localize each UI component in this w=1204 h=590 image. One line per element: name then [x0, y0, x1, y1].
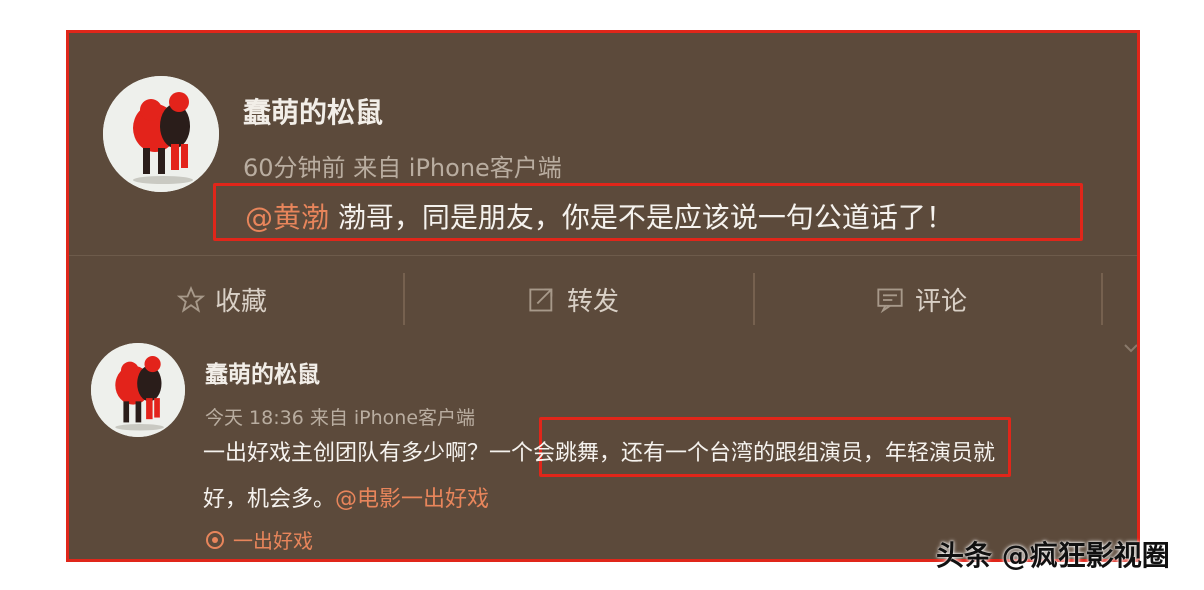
reply-mention-link[interactable]: @电影一出好戏 — [335, 487, 489, 512]
repost-icon — [529, 288, 553, 311]
reply-text-part-1: 一出好戏主创团队有多少啊？ — [203, 441, 490, 466]
post-content-text: 渤哥，同是朋友，你是不是应该说一句公道话了！ — [329, 201, 954, 234]
chevron-down-icon[interactable] — [1123, 339, 1137, 358]
watermark: 头条 @疯狂影视圈 — [936, 539, 1170, 572]
post-avatar[interactable] — [103, 76, 219, 192]
avatar-illustration — [91, 343, 185, 437]
comment-label: 评论 — [915, 287, 968, 317]
avatar-illustration — [103, 76, 219, 192]
post-content: @黄渤 渤哥，同是朋友，你是不是应该说一句公道话了！ — [245, 196, 954, 236]
comment-icon — [877, 288, 903, 313]
repost-label: 转发 — [567, 287, 620, 317]
repost-button[interactable]: 转发 — [527, 281, 619, 318]
weibo-screenshot-frame: 蠢萌的松鼠 60分钟前 来自 iPhone客户端 @黄渤 渤哥，同是朋友，你是不… — [66, 30, 1140, 562]
reply-text-highlighted: 一个会跳舞，还有一个台湾的跟组演员 — [489, 441, 864, 466]
reply-text-line-2: 好，机会多。 — [203, 487, 336, 512]
reply-avatar[interactable] — [91, 343, 185, 437]
topic-tag[interactable]: 一出好戏 — [205, 525, 313, 554]
topic-icon — [206, 530, 224, 549]
post-author-name[interactable]: 蠢萌的松鼠 — [243, 91, 383, 131]
favorite-label: 收藏 — [215, 287, 268, 317]
topic-label: 一出好戏 — [233, 529, 313, 553]
reply-author-name[interactable]: 蠢萌的松鼠 — [205, 355, 320, 389]
reply-meta: 今天 18:36 来自 iPhone客户端 — [205, 407, 476, 429]
action-divider-1 — [403, 273, 405, 325]
action-divider-3 — [1101, 273, 1103, 325]
reply-content-line-2: 好，机会多。@电影一出好戏 — [203, 481, 489, 513]
star-icon — [177, 285, 205, 313]
comment-button[interactable]: 评论 — [875, 281, 967, 318]
post-meta: 60分钟前 来自 iPhone客户端 — [243, 154, 562, 182]
reply-content-line-1: 一出好戏主创团队有多少啊？一个会跳舞，还有一个台湾的跟组演员，年轻演员就 — [203, 435, 995, 467]
post-mention-link[interactable]: @黄渤 — [245, 201, 329, 234]
action-divider-2 — [753, 273, 755, 325]
favorite-button[interactable]: 收藏 — [177, 281, 267, 318]
post-divider — [69, 255, 1137, 256]
reply-text-part-3: ，年轻演员就 — [863, 441, 996, 466]
